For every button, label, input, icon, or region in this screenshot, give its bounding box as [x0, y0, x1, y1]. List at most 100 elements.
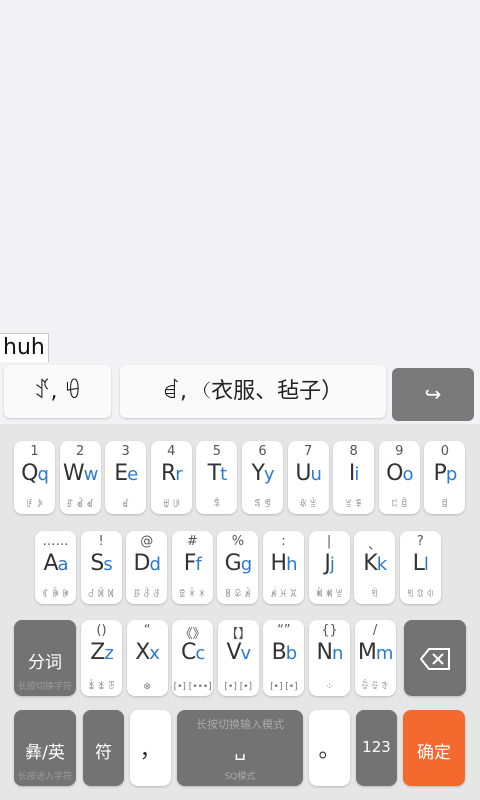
period-key[interactable]: 。	[309, 710, 350, 786]
key-yi-hint: ꁢ	[371, 590, 379, 600]
yi-english-sub-label: 长按进入字符	[17, 772, 72, 782]
key-upper-letter: X	[135, 640, 150, 665]
key-lower-letter: x	[149, 643, 160, 664]
app-content-area	[0, 0, 480, 330]
key-symbol-label: !	[98, 534, 104, 549]
key-t[interactable]: 5 Tt ꁃ	[196, 441, 238, 514]
key-symbol-label: ()	[96, 623, 107, 638]
key-letter-label: Rr	[151, 461, 192, 486]
key-upper-letter: O	[386, 461, 403, 486]
space-key[interactable]: 长按切换输入模式 ␣ SQ模式	[177, 710, 303, 786]
key-upper-letter: F	[183, 551, 197, 576]
key-lower-letter: o	[402, 464, 413, 485]
key-lower-letter: h	[286, 554, 297, 575]
key-symbol-label: @	[140, 534, 154, 549]
segment-key[interactable]: 分词 长按切换字符	[14, 620, 76, 696]
key-z[interactable]: () Zz ꁦ ꁧ ꁨ	[81, 620, 122, 696]
key-lower-letter: v	[240, 643, 252, 664]
key-upper-letter: W	[62, 461, 85, 486]
number-key[interactable]: 123	[356, 710, 397, 786]
comma-key[interactable]: ，	[130, 710, 171, 786]
candidate-1[interactable]: ꀋ, ꀺ	[4, 365, 111, 418]
key-l[interactable]: ? Ll ꁣ ꁤ ꁥ	[399, 531, 441, 604]
key-upper-letter: Z	[90, 640, 105, 665]
key-y[interactable]: 6 Yy ꁄ ꁅ	[242, 441, 283, 514]
key-lower-letter: u	[310, 464, 321, 485]
key-symbol-label: :	[281, 534, 286, 549]
space-top-label: 长按切换输入模式	[196, 718, 284, 731]
key-lower-letter: t	[220, 464, 227, 485]
key-letter-label: Yy	[242, 461, 283, 486]
key-r[interactable]: 4 Rr ꁁ ꁂ	[150, 441, 192, 514]
key-yi-hint: ꁩ ꁪ ꁫ	[361, 682, 389, 692]
key-letter-label: Qq	[14, 461, 55, 486]
key-symbol-label: 9	[395, 444, 404, 459]
key-yi-hint: ꁦ ꁧ ꁨ	[88, 682, 115, 692]
key-lower-letter: y	[263, 464, 275, 485]
confirm-key[interactable]: 确定	[403, 710, 465, 786]
symbol-key[interactable]: 符	[83, 710, 124, 786]
key-letter-label: Ll	[400, 551, 441, 576]
key-n[interactable]: {} Nn ⁘	[309, 620, 350, 696]
key-yi-hint: ꁈ ꁉ	[345, 500, 363, 510]
key-x[interactable]: “ Xx ⊗	[126, 620, 168, 696]
key-letter-label: Tt	[196, 461, 237, 486]
key-b[interactable]: “” Bb [•] [•]	[263, 620, 305, 696]
key-p[interactable]: 0 Pp ꁌ	[424, 441, 466, 514]
backspace-icon	[420, 648, 450, 670]
key-symbol-label: 7	[303, 444, 313, 459]
key-lower-letter: q	[37, 464, 48, 485]
key-yi-hint: ꁐ ꁑ ꁒ	[87, 590, 115, 600]
key-upper-letter: R	[160, 461, 176, 486]
key-u[interactable]: 7 Uu ꁆ ꁇ	[287, 441, 329, 514]
key-lower-letter: k	[376, 554, 387, 575]
key-lower-letter: g	[240, 554, 252, 575]
key-s[interactable]: ! Ss ꁐ ꁑ ꁒ	[80, 531, 122, 604]
key-letter-label: Aa	[35, 551, 76, 576]
key-e[interactable]: 3 Ee ꀸ	[105, 441, 147, 514]
key-i[interactable]: 8 Ii ꁈ ꁉ	[333, 441, 375, 514]
key-symbol-label: 4	[167, 444, 176, 459]
key-yi-hint: [•] [•]	[224, 682, 253, 692]
key-v[interactable]: 【】 Vv [•] [•]	[217, 620, 259, 696]
key-symbol-label: 0	[440, 444, 450, 459]
key-h[interactable]: : Hh ꁜ ꁝ ꁞ	[263, 531, 304, 604]
yi-english-toggle-key[interactable]: 彝/英 长按进入字符	[14, 710, 76, 786]
key-f[interactable]: # Ff ꁖ ꁗ ꁘ	[171, 531, 213, 604]
composing-text: huh	[0, 333, 49, 363]
key-upper-letter: Q	[21, 461, 38, 486]
backspace-key[interactable]	[404, 620, 466, 696]
key-yi-hint: ꁌ	[441, 500, 449, 510]
key-g[interactable]: % Gg ꁙ ꁚ ꁛ	[217, 531, 259, 604]
key-upper-letter: Y	[251, 461, 264, 486]
key-q[interactable]: 1 Qq ꀱ ꀲ	[14, 441, 55, 514]
key-yi-hint: ꁖ ꁗ ꁘ	[178, 590, 206, 600]
key-yi-hint: ꁓ ꁔ ꁕ	[133, 590, 161, 600]
key-a[interactable]: …… Aa ꁍ ꁎ ꁏ	[35, 531, 76, 604]
key-k[interactable]: 、 Kk ꁢ	[354, 531, 396, 604]
key-upper-letter: U	[295, 461, 311, 486]
key-symbol-label: “	[143, 623, 151, 638]
key-symbol-label: 1	[30, 444, 39, 459]
key-m[interactable]: / Mm ꁩ ꁪ ꁫ	[354, 620, 396, 696]
candidate-2[interactable]: ꀸ, （衣服、毡子）	[120, 365, 386, 418]
key-o[interactable]: 9 Oo ꁊ ꁋ	[378, 441, 420, 514]
key-j[interactable]: | Jj ꁟ ꁠ ꁡ	[308, 531, 350, 604]
key-letter-label: Ss	[81, 551, 122, 576]
key-letter-label: Ee	[105, 461, 146, 486]
key-letter-label: Dd	[126, 551, 167, 576]
segment-label: 分词	[28, 653, 62, 673]
yi-english-label: 彝/英	[25, 743, 65, 763]
key-letter-label: Kk	[354, 551, 395, 576]
key-yi-hint: ꁊ ꁋ	[390, 500, 408, 510]
expand-candidates-button[interactable]: ↪	[392, 368, 474, 421]
key-d[interactable]: @ Dd ꁓ ꁔ ꁕ	[126, 531, 168, 604]
key-c[interactable]: 《》 Cc [•] [•••]	[172, 620, 214, 696]
key-letter-label: Oo	[379, 461, 420, 486]
key-upper-letter: K	[363, 551, 377, 576]
key-symbol-label: |	[326, 534, 332, 549]
key-symbol-label: #	[186, 534, 198, 549]
key-symbol-label: /	[372, 623, 378, 638]
key-upper-letter: E	[114, 461, 128, 486]
key-w[interactable]: 2 Ww ꀵ ꀶ ꀷ	[59, 441, 101, 514]
